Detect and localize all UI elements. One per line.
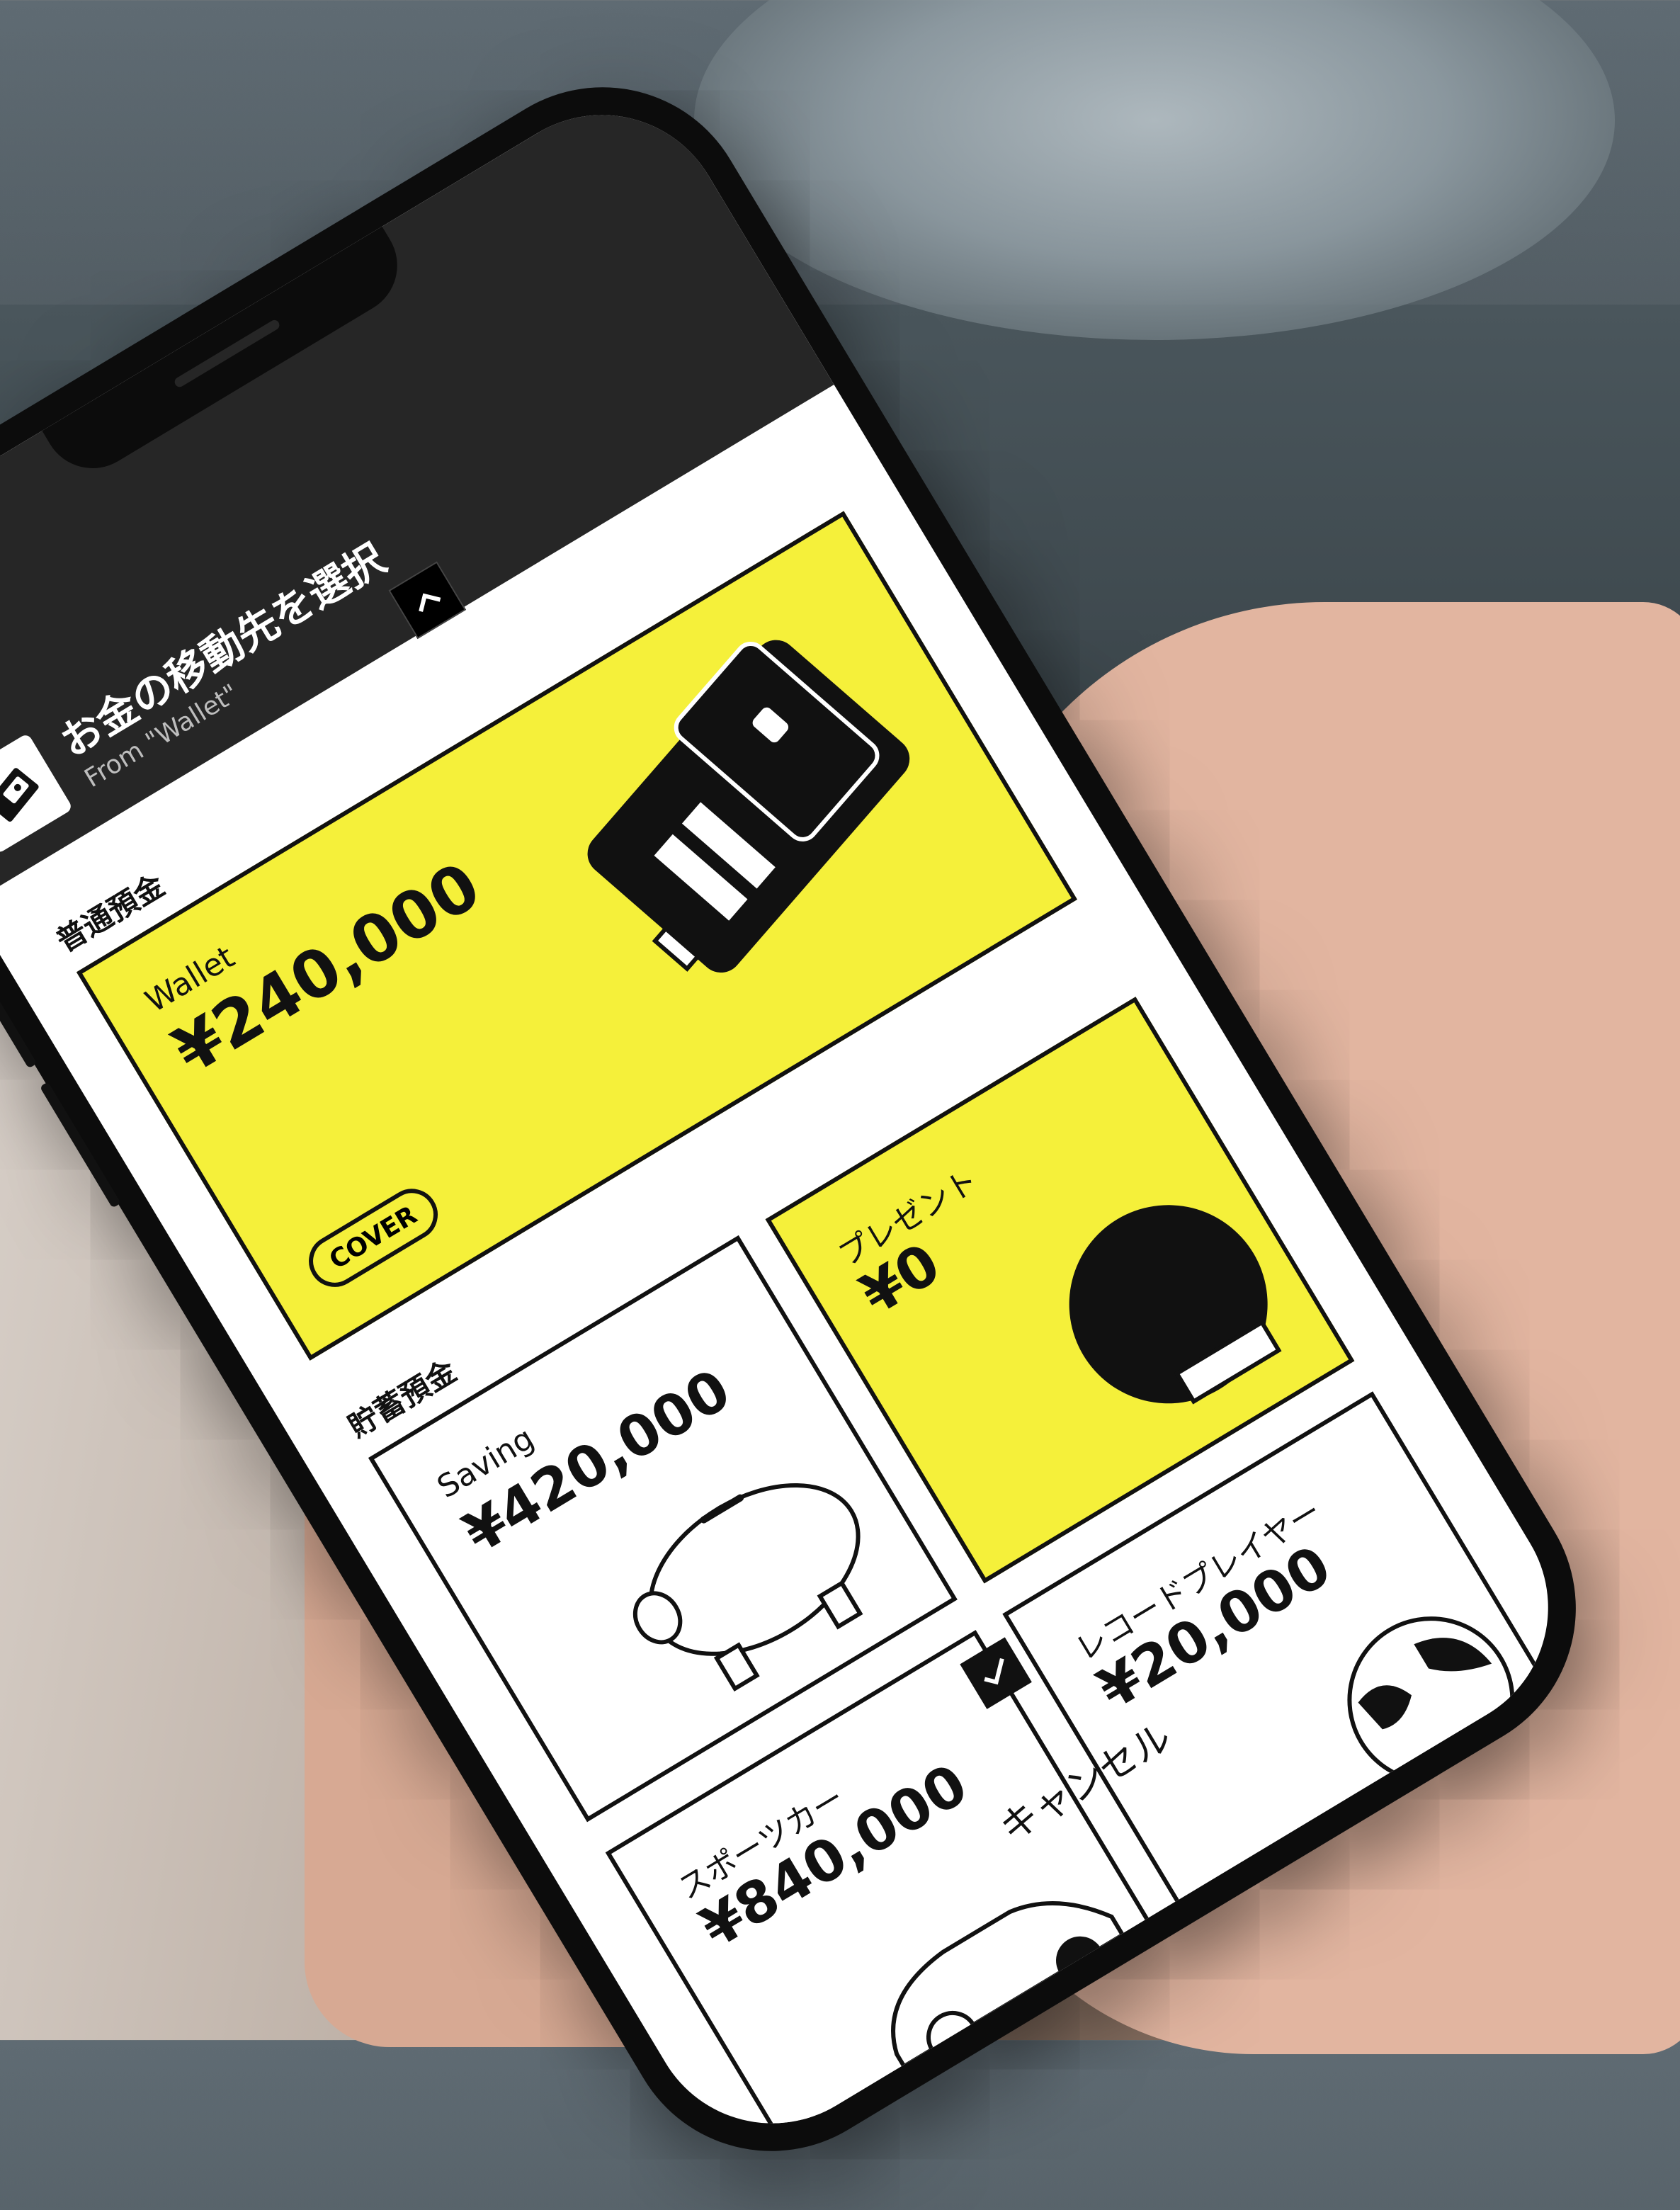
cover-badge: COVER [299, 1179, 448, 1297]
wallet-illustration [587, 640, 910, 973]
page-title: お金の移動先を選択 [52, 534, 394, 766]
wallet-icon [0, 732, 74, 855]
background-glass [694, 0, 1615, 340]
chevron-up-icon [419, 593, 441, 612]
present-illustration [1069, 1205, 1282, 1405]
